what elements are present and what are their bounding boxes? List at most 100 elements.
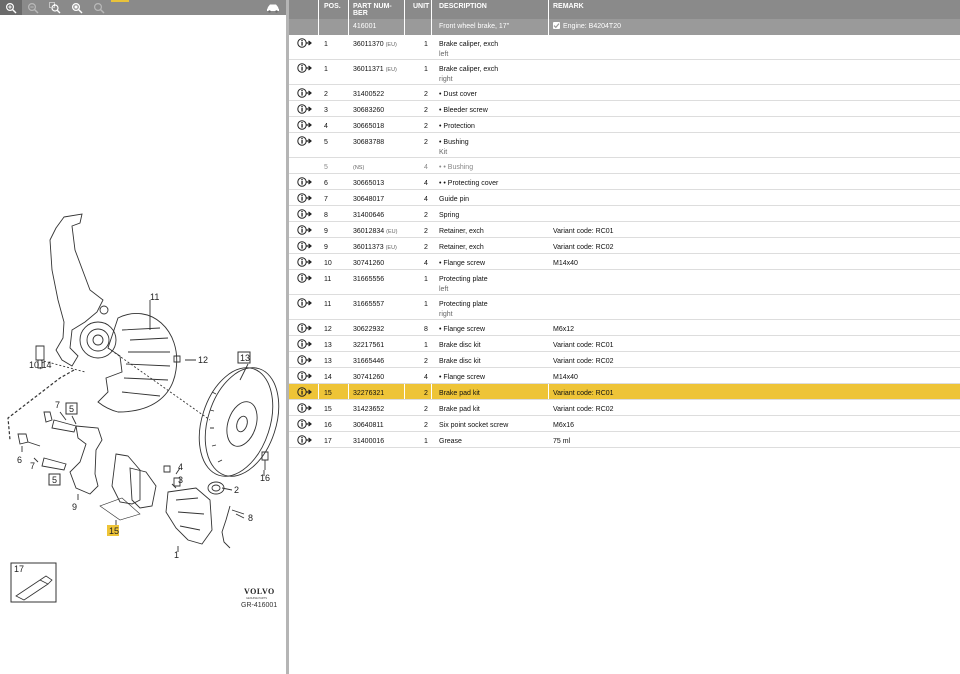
row-part-number[interactable]: 30622932 [353,325,384,335]
row-part-number[interactable]: 31400646 [353,211,384,221]
row-part-number[interactable]: 31665446 [353,357,384,367]
info-arrow-icon[interactable] [297,273,313,283]
table-row[interactable]: 16 30640811 2 Six point socket screw M6x16 [289,416,960,432]
row-part-number[interactable]: 30683260 [353,106,384,116]
row-part-number[interactable]: 30741260 [353,373,384,383]
row-part-number[interactable]: 32217561 [353,341,384,351]
row-part-number[interactable]: (NS) [353,163,364,173]
row-unit: 2 [424,107,428,114]
info-arrow-icon[interactable] [297,355,313,365]
group-remark: Engine: B4204T20 [563,23,621,30]
brake-caliper-drawing [165,487,213,545]
header-unit[interactable]: UNIT [413,3,429,10]
table-row[interactable]: 13 32217561 1 Brake disc kit Variant code: … [289,336,960,352]
row-part-number[interactable]: 31665557 [353,300,384,310]
row-description: Retainer, exch [439,244,484,251]
row-unit: 1 [424,301,428,308]
row-part-number[interactable]: 36011371 (EU) [353,65,397,75]
table-row[interactable]: 13 31665446 2 Brake disc kit Variant code: … [289,352,960,368]
info-arrow-icon[interactable] [297,120,313,130]
row-part-number[interactable]: 30741260 [353,259,384,269]
info-arrow-icon[interactable] [297,63,313,73]
table-row[interactable]: 17 31400016 1 Grease 75 ml [289,432,960,448]
zoom-fit-icon[interactable] [66,0,88,15]
row-pos: 1 [324,66,328,73]
info-arrow-icon[interactable] [297,298,313,308]
row-part-number[interactable]: 30640811 [353,421,384,431]
callout-15-highlighted: 15 [109,526,119,536]
info-arrow-icon[interactable] [297,225,313,235]
callout-10-14: 10,14 [29,360,52,370]
row-unit: 2 [424,244,428,251]
info-arrow-icon[interactable] [297,339,313,349]
header-remark[interactable]: REMARK [553,3,584,10]
row-part-number[interactable]: 31400016 [353,437,384,447]
zoom-out-icon[interactable] [22,0,44,15]
row-pos: 2 [324,91,328,98]
info-arrow-icon[interactable] [297,38,313,48]
zoom-in-icon[interactable] [0,0,22,15]
row-part-number[interactable]: 30665018 [353,122,384,132]
callout-11: 11 [150,292,159,302]
table-row[interactable]: 6 30665013 4 • • Protecting cover [289,174,960,190]
table-row[interactable]: 2 31400522 2 • Dust cover [289,85,960,101]
row-pos: 13 [324,358,332,365]
table-row[interactable]: 5 (NS) 4 • • Bushing [289,158,960,174]
table-row[interactable]: 5 30683788 2 • Bushing Kit [289,133,960,158]
row-part-number[interactable]: 31400522 [353,90,384,100]
row-part-number[interactable]: 30665013 [353,179,384,189]
row-part-number[interactable]: 31665556 [353,275,384,285]
table-row-selected[interactable]: 15 32276321 2 Brake pad kit Variant code: R… [289,384,960,400]
row-part-number[interactable]: 36011370 (EU) [353,40,397,50]
zoom-reset-icon[interactable] [88,0,110,15]
info-arrow-icon[interactable] [297,323,313,333]
row-pos: 7 [324,196,328,203]
row-part-number[interactable]: 36012834 (EU) [353,227,397,237]
table-row[interactable]: 9 36011373 (EU) 2 Retainer, exch Variant cod… [289,238,960,254]
info-arrow-icon[interactable] [297,403,313,413]
info-arrow-icon[interactable] [297,88,313,98]
table-row[interactable]: 9 36012834 (EU) 2 Retainer, exch Variant cod… [289,222,960,238]
info-arrow-icon[interactable] [297,419,313,429]
callout-12: 12 [198,355,208,365]
table-row[interactable]: 8 31400646 2 Spring [289,206,960,222]
row-part-number[interactable]: 32276321 [353,389,384,399]
table-row[interactable]: 3 30683260 2 • Bleeder screw [289,101,960,117]
table-row[interactable]: 4 30665018 2 • Protection [289,117,960,133]
row-part-number[interactable]: 31423652 [353,405,384,415]
table-row[interactable]: 15 31423652 2 Brake pad kit Variant code: R… [289,400,960,416]
table-row[interactable]: 12 30622932 8 • Flange screw M6x12 [289,320,960,336]
zoom-area-icon[interactable] [44,0,66,15]
table-row[interactable]: 1 36011371 (EU) 1 Brake caliper, exch right [289,60,960,85]
row-description: • Dust cover [439,91,477,98]
table-row[interactable]: 14 30741260 4 • Flange screw M14x40 [289,368,960,384]
info-arrow-icon[interactable] [297,435,313,445]
row-description: • Flange screw [439,260,486,267]
header-part-number[interactable]: PART NUM-BER [353,3,397,17]
table-row[interactable]: 10 30741260 4 • Flange screw M14x40 [289,254,960,270]
table-row[interactable]: 11 31665557 1 Protecting plate right [289,295,960,320]
row-pos: 3 [324,107,328,114]
info-arrow-icon[interactable] [297,136,313,146]
info-arrow-icon[interactable] [297,387,313,397]
info-arrow-icon[interactable] [297,193,313,203]
info-arrow-icon[interactable] [297,257,313,267]
row-unit: 2 [424,390,428,397]
table-row[interactable]: 1 36011370 (EU) 1 Brake caliper, exch left [289,35,960,60]
row-description: Protecting plate [439,301,488,308]
table-row[interactable]: 7 30648017 4 Guide pin [289,190,960,206]
info-arrow-icon[interactable] [297,371,313,381]
row-part-number[interactable]: 30683788 [353,138,384,148]
info-arrow-icon[interactable] [297,177,313,187]
info-arrow-icon[interactable] [297,209,313,219]
header-pos[interactable]: POS. [324,3,341,10]
row-part-number[interactable]: 36011373 (EU) [353,243,397,253]
car-icon[interactable] [262,0,284,15]
grease-legend-number: 17 [14,564,24,574]
row-description-sub: left [439,286,449,293]
row-part-number[interactable]: 30648017 [353,195,384,205]
header-description[interactable]: DESCRIPTION [439,3,487,10]
table-row[interactable]: 11 31665556 1 Protecting plate left [289,270,960,295]
info-arrow-icon[interactable] [297,104,313,114]
info-arrow-icon[interactable] [297,241,313,251]
